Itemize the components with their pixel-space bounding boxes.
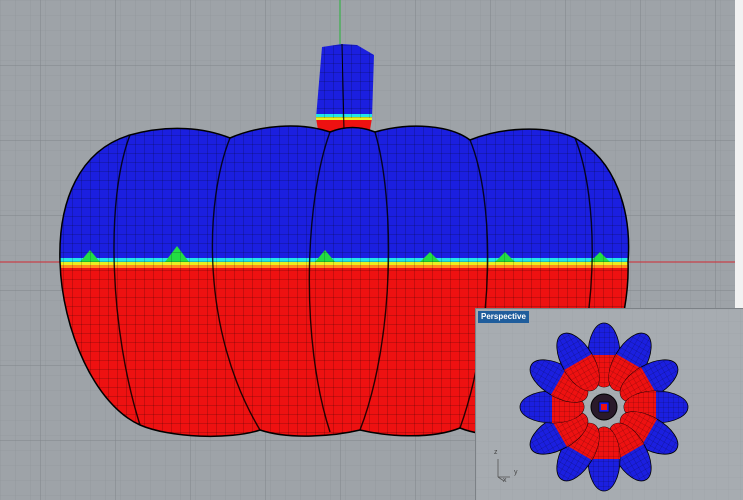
viewport-edge-panel (735, 0, 743, 308)
axis-label-y: y (514, 469, 518, 476)
perspective-viewport[interactable]: Perspective z x y (475, 308, 743, 500)
axis-label-z: z (494, 449, 498, 456)
axis-label-x: x (503, 477, 507, 484)
pumpkin-stem[interactable] (316, 43, 374, 138)
perspective-viewport-label[interactable]: Perspective (478, 311, 529, 323)
